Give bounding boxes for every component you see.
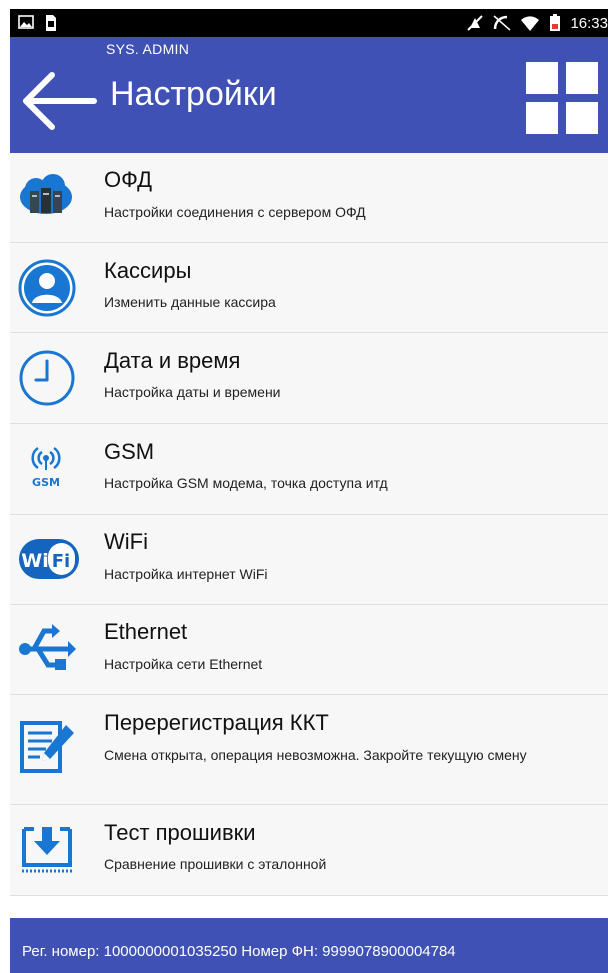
settings-item-ofd[interactable]: ОФД Настройки соединения с сервером ОФД [10,153,608,243]
item-description: Настройка GSM модема, точка доступа итд [104,475,388,491]
item-description: Настройка даты и времени [104,384,281,400]
settings-list: ОФД Настройки соединения с сервером ОФД … [10,153,608,896]
settings-item-gsm[interactable]: GSM GSM Настройка GSM модема, точка дост… [10,424,608,515]
settings-item-firmware-test[interactable]: Тест прошивки Сравнение прошивки с этало… [10,805,608,896]
header-user: SYS. ADMIN [106,41,190,57]
settings-item-ethernet[interactable]: Ethernet Настройка сети Ethernet [10,605,608,695]
cloud-server-icon [20,174,72,214]
registration-info: Рег. номер: 1000000001035250 Номер ФН: 9… [22,943,456,960]
item-title: Дата и время [104,348,241,373]
grid-menu-icon[interactable] [526,62,598,134]
item-description: Настройки соединения с сервером ОФД [104,204,366,220]
item-title: ОФД [104,167,153,192]
item-title: Перерегистрация ККТ [104,710,329,735]
image-notification-icon [18,15,34,29]
item-title: WiFi [104,529,148,554]
clock-icon [19,350,75,406]
back-arrow-icon[interactable] [18,71,98,131]
wifi-icon: Wi Fi [19,539,79,579]
settings-item-cashiers[interactable]: Кассиры Изменить данные кассира [10,243,608,333]
mute-icon [467,15,484,31]
sim-card-icon [46,15,56,31]
item-title: Кассиры [104,258,192,283]
page-title: Настройки [110,75,277,113]
usb-network-icon [19,624,76,670]
item-title: Тест прошивки [104,820,256,845]
app-header: SYS. ADMIN Настройки [10,37,608,153]
wifi-icon-label-fi: Fi [52,551,70,572]
item-title: GSM [104,439,155,464]
gsm-icon-label: GSM [32,476,60,489]
item-description: Сравнение прошивки с эталонной [104,856,327,872]
edit-document-icon [20,721,74,773]
firmware-download-icon [22,827,72,873]
battery-icon [550,14,561,31]
footer-info-bar: Рег. номер: 1000000001035250 Номер ФН: 9… [10,918,608,973]
gsm-icon: GSM [31,446,61,489]
wifi-icon-label-wi: Wi [21,550,48,572]
user-icon [18,259,76,317]
call-forward-icon [493,15,511,31]
item-description: Изменить данные кассира [104,294,276,310]
settings-item-wifi[interactable]: Wi Fi WiFi Настройка интернет WiFi [10,515,608,605]
settings-item-datetime[interactable]: Дата и время Настройка даты и времени [10,333,608,424]
item-description: Настройка интернет WiFi [104,566,268,582]
item-description: Смена открыта, операция невозможна. Закр… [104,747,527,763]
wifi-signal-icon [521,16,540,31]
settings-item-reregistration[interactable]: Перерегистрация ККТ Смена открыта, опера… [10,695,608,805]
item-description: Настройка сети Ethernet [104,656,263,672]
status-bar: 16:33 [10,9,608,37]
status-time: 16:33 [570,14,608,32]
item-title: Ethernet [104,619,188,644]
